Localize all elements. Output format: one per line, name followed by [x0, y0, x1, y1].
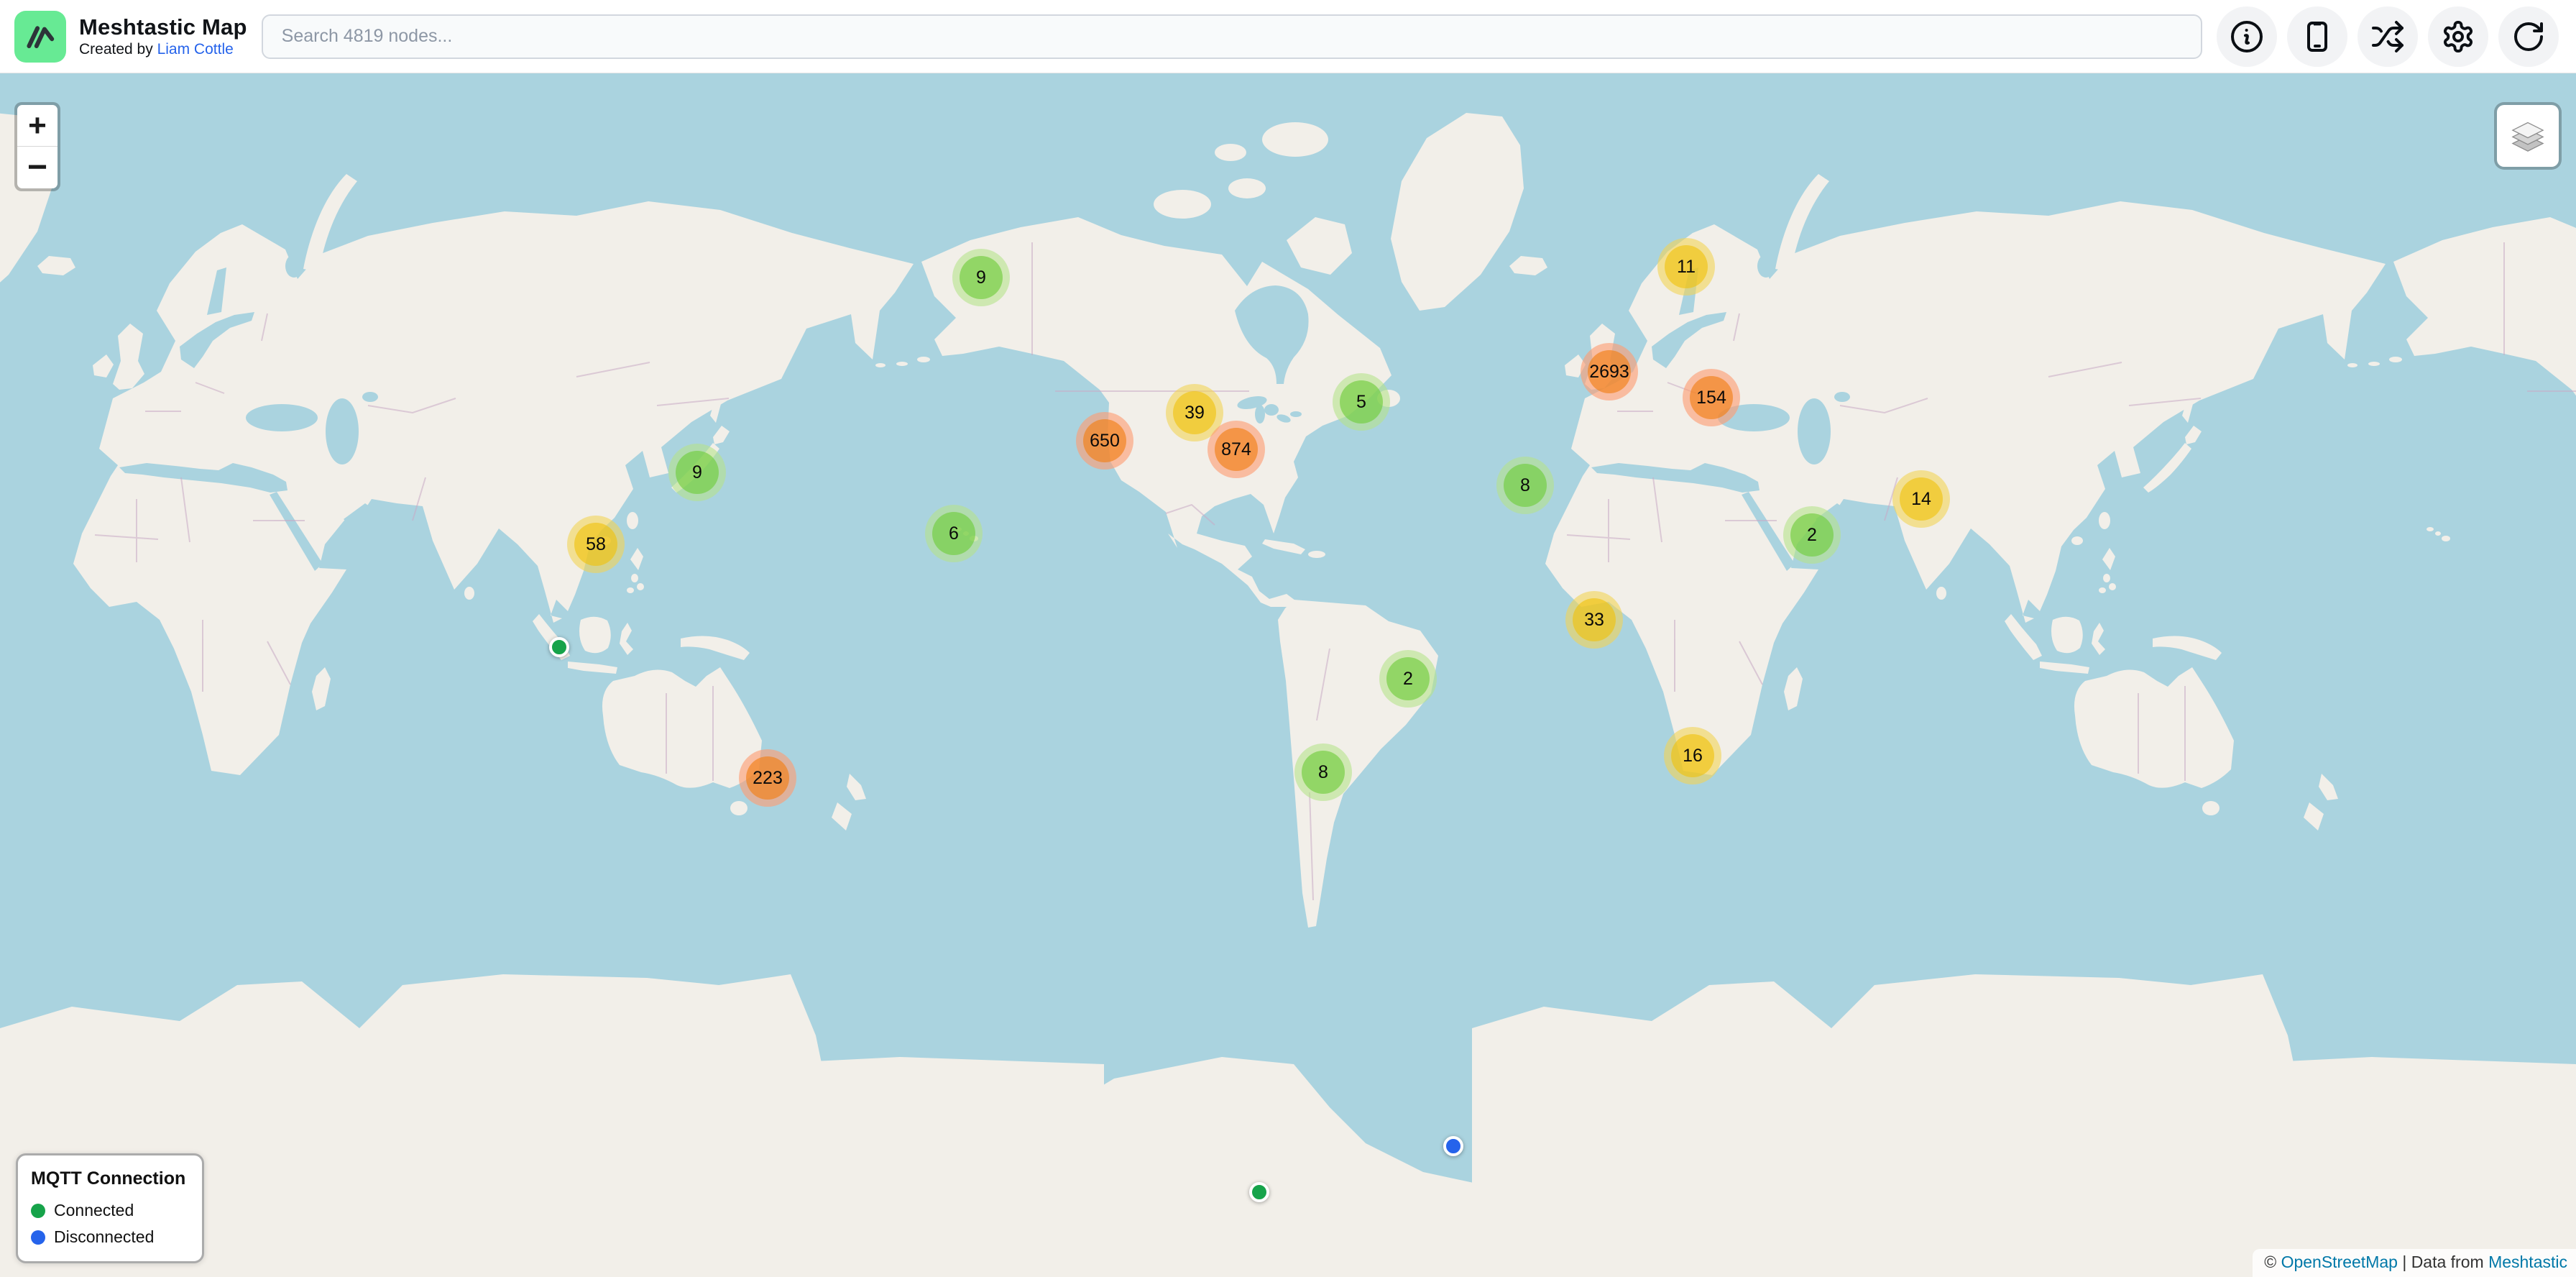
page-subtitle: Created by Liam Cottle: [79, 41, 247, 58]
cluster-count: 2693: [1588, 350, 1631, 393]
meshtastic-logo: [14, 11, 66, 63]
cluster-marker[interactable]: 154: [1683, 369, 1740, 426]
search-input[interactable]: [262, 14, 2202, 59]
cluster-count: 6: [932, 512, 975, 555]
mountain-icon: [22, 22, 59, 52]
smartphone-icon: [2300, 19, 2334, 54]
cluster-marker[interactable]: 9: [668, 444, 726, 501]
mqtt-legend: MQTT Connection Connected Disconnected: [16, 1153, 204, 1263]
cluster-marker[interactable]: 874: [1208, 421, 1265, 478]
legend-label: Disconnected: [54, 1227, 154, 1247]
cluster-marker[interactable]: 5: [1333, 373, 1390, 431]
osm-link[interactable]: OpenStreetMap: [2281, 1253, 2398, 1271]
cluster-count: 14: [1900, 477, 1943, 521]
cluster-marker[interactable]: 8: [1294, 743, 1352, 801]
node-marker-connected[interactable]: [1249, 1182, 1269, 1202]
cluster-marker[interactable]: 6: [925, 505, 983, 562]
info-icon: [2230, 19, 2264, 54]
cluster-count: 8: [1504, 464, 1547, 507]
refresh-button[interactable]: [2498, 6, 2559, 67]
disconnected-dot: [31, 1230, 45, 1245]
cluster-marker[interactable]: 2693: [1581, 343, 1638, 401]
cluster-marker[interactable]: 14: [1892, 470, 1950, 528]
cluster-marker[interactable]: 33: [1565, 591, 1623, 649]
cluster-count: 11: [1665, 245, 1708, 288]
settings-button[interactable]: [2428, 6, 2488, 67]
cluster-count: 154: [1690, 376, 1733, 419]
gear-icon: [2441, 19, 2475, 54]
info-button[interactable]: [2217, 6, 2277, 67]
cluster-count: 9: [676, 451, 719, 494]
zoom-control: + −: [14, 102, 60, 191]
cluster-count: 33: [1573, 598, 1616, 641]
zoom-in-button[interactable]: +: [17, 105, 58, 147]
node-marker-connected[interactable]: [549, 637, 569, 657]
refresh-icon: [2511, 19, 2546, 54]
cluster-marker[interactable]: 2: [1783, 506, 1841, 564]
cluster-marker[interactable]: 8: [1496, 457, 1554, 514]
author-link[interactable]: Liam Cottle: [157, 41, 234, 58]
map-attribution: © OpenStreetMap | Data from Meshtastic: [2253, 1249, 2576, 1277]
cluster-count: 2: [1386, 657, 1430, 700]
cluster-count: 58: [574, 523, 617, 566]
cluster-count: 16: [1671, 734, 1714, 777]
zoom-out-button[interactable]: −: [17, 147, 58, 188]
cluster-count: 2: [1790, 513, 1834, 557]
header-actions: [2217, 6, 2559, 67]
connected-dot: [31, 1204, 45, 1218]
app-header: Meshtastic Map Created by Liam Cottle: [0, 0, 2576, 73]
cluster-count: 9: [960, 256, 1003, 299]
shuffle-icon: [2370, 19, 2405, 54]
cluster-count: 39: [1173, 391, 1216, 434]
cluster-marker[interactable]: 58: [567, 516, 625, 573]
legend-item-connected: Connected: [31, 1201, 189, 1220]
basemap-svg: [0, 73, 2576, 1277]
legend-label: Connected: [54, 1201, 134, 1220]
legend-title: MQTT Connection: [31, 1168, 189, 1189]
mobile-app-button[interactable]: [2287, 6, 2347, 67]
cluster-marker[interactable]: 650: [1076, 412, 1133, 470]
cluster-marker[interactable]: 223: [739, 749, 796, 807]
layers-icon: [2507, 115, 2549, 157]
legend-item-disconnected: Disconnected: [31, 1227, 189, 1247]
random-node-button[interactable]: [2358, 6, 2418, 67]
layers-control[interactable]: [2494, 102, 2562, 170]
meshtastic-link[interactable]: Meshtastic: [2488, 1253, 2567, 1271]
cluster-count: 223: [746, 756, 789, 800]
cluster-count: 650: [1083, 419, 1126, 462]
cluster-marker[interactable]: 9: [952, 249, 1010, 306]
node-marker-disconnected[interactable]: [1443, 1136, 1463, 1156]
page-title: Meshtastic Map: [79, 14, 247, 40]
cluster-count: 5: [1340, 380, 1383, 424]
cluster-marker[interactable]: 11: [1657, 238, 1715, 296]
world-map[interactable]: 9 11 2693 154 39 5 650 874 9 8 14 6 2 58 33 2 16 8 223 + −…: [0, 73, 2576, 1277]
cluster-count: 8: [1302, 751, 1345, 794]
cluster-marker[interactable]: 16: [1664, 727, 1721, 784]
cluster-count: 874: [1215, 428, 1258, 471]
cluster-marker[interactable]: 2: [1379, 650, 1437, 708]
